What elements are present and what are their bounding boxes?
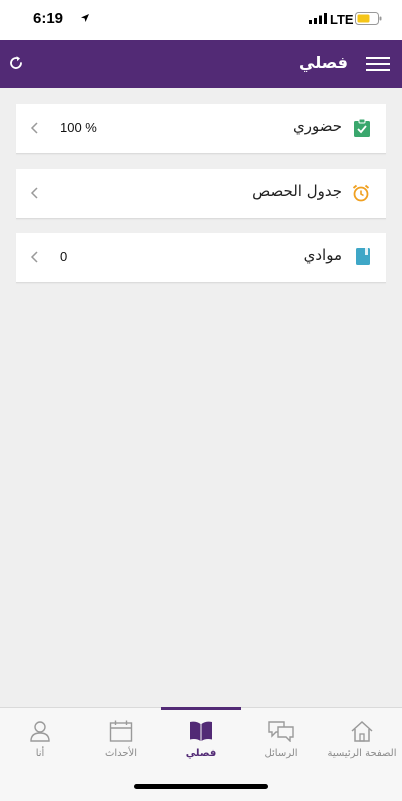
nav-item-me[interactable]: أنا [0,708,80,768]
book-open-icon [190,721,212,741]
status-bar: 6:19 LTE [0,0,402,40]
subjects-label: موادي [303,246,342,264]
nav-label-messages: الرسائل [264,748,298,759]
chevron-left-icon [30,122,38,134]
network-label: LTE [330,12,354,27]
home-icon [351,720,373,742]
schedule-label: جدول الحصص [252,182,342,200]
calendar-icon [109,720,133,742]
location-arrow-icon [81,14,89,22]
subjects-value: 0 [60,249,68,264]
attendance-label: حضوري [292,117,342,135]
chat-icon [268,721,294,742]
signal-icon [309,13,327,24]
nav-label-home: الصفحة الرئيسية [327,748,397,759]
app-bar: فصلي [0,40,402,88]
battery-icon [355,12,382,25]
chevron-left-icon [30,251,38,263]
status-time: 6:19 [33,10,64,27]
page-title: فصلي [299,53,348,72]
card-subjects[interactable]: 0 موادي [16,233,386,283]
nav-item-messages[interactable]: الرسائل [241,708,321,768]
nav-label-me: أنا [35,748,45,759]
refresh-icon[interactable] [7,54,25,72]
card-schedule[interactable]: جدول الحصص [16,169,386,219]
nav-label-my-class: فصلي [185,748,217,759]
home-indicator [134,784,268,789]
nav-label-events: الأحداث [104,748,138,759]
clipboard-check-icon [354,119,370,137]
nav-item-home[interactable]: الصفحة الرئيسية [322,708,402,768]
book-icon [356,248,370,265]
nav-item-events[interactable]: الأحداث [81,708,161,768]
attendance-value: 100 % [60,120,97,135]
menu-icon[interactable] [366,56,390,72]
nav-item-my-class[interactable]: فصلي [161,708,241,768]
card-attendance[interactable]: 100 % حضوري [16,104,386,154]
chevron-left-icon [30,187,38,199]
user-icon [30,721,50,742]
alarm-clock-icon [352,184,370,202]
